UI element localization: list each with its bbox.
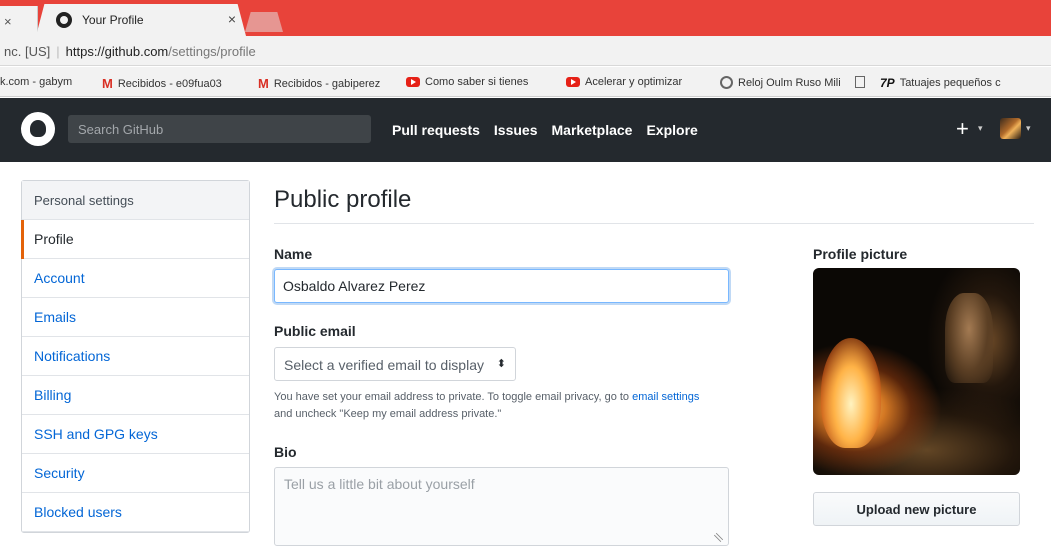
avatar[interactable]: [1000, 118, 1021, 139]
browser-tab-previous[interactable]: ×: [0, 6, 38, 36]
sidebar-item-blocked-users[interactable]: Blocked users: [22, 493, 249, 532]
email-settings-link[interactable]: email settings: [632, 391, 699, 403]
chevron-down-icon[interactable]: ▾: [978, 123, 983, 134]
tp-icon: 7P: [880, 76, 895, 90]
sidebar-item-billing[interactable]: Billing: [22, 376, 249, 415]
bookmark-item[interactable]: [855, 76, 870, 88]
bookmark-item[interactable]: 7P Tatuajes pequeños c: [880, 76, 1001, 90]
watch-icon: [720, 76, 733, 89]
github-header: Pull requests Issues Marketplace Explore…: [0, 98, 1051, 162]
name-label: Name: [274, 246, 313, 262]
bookmark-label: Reloj Oulm Ruso Mili: [738, 76, 841, 89]
settings-sidebar: Personal settings Profile Account Emails…: [21, 180, 250, 533]
browser-tab-active[interactable]: Your Profile ×: [36, 4, 246, 36]
profile-picture: [813, 268, 1020, 475]
github-logo-icon[interactable]: [21, 112, 55, 146]
tab-title: Your Profile: [82, 13, 144, 27]
upload-new-picture-button[interactable]: Upload new picture: [813, 492, 1020, 526]
nav-issues[interactable]: Issues: [494, 122, 538, 138]
gmail-icon: M: [258, 76, 269, 91]
nav-pull-requests[interactable]: Pull requests: [392, 122, 480, 138]
picture-person: [945, 293, 993, 383]
bio-textarea[interactable]: [274, 467, 729, 546]
bookmark-item[interactable]: Reloj Oulm Ruso Mili: [720, 76, 841, 89]
bookmark-label: Como saber si tienes: [425, 76, 529, 88]
sidebar-item-account[interactable]: Account: [22, 259, 249, 298]
browser-tab-bar: × Your Profile ×: [0, 0, 1051, 36]
title-divider: [274, 223, 1034, 224]
bookmark-label: k.com - gabym: [0, 76, 73, 88]
gmail-icon: M: [102, 76, 113, 91]
nav-marketplace[interactable]: Marketplace: [552, 122, 633, 138]
sidebar-item-emails[interactable]: Emails: [22, 298, 249, 337]
bookmark-item[interactable]: k.com - gabym: [0, 76, 72, 88]
bookmark-label: Recibidos - gabiperez: [273, 77, 381, 90]
youtube-icon: [406, 77, 420, 87]
create-new-icon[interactable]: +: [956, 116, 969, 142]
sidebar-item-ssh-gpg-keys[interactable]: SSH and GPG keys: [22, 415, 249, 454]
page-title: Public profile: [274, 186, 412, 213]
bookmark-item[interactable]: Como saber si tienes: [406, 76, 528, 88]
sidebar-header: Personal settings: [22, 181, 249, 220]
email-note-text: You have set your email address to priva…: [274, 391, 633, 403]
close-tab-icon[interactable]: ×: [4, 14, 12, 29]
close-tab-icon[interactable]: ×: [228, 11, 236, 27]
url-path: /settings/profile: [168, 44, 256, 59]
address-bar[interactable]: nc. [US] | https://github.com/settings/pro…: [0, 36, 1051, 66]
bookmark-label: Recibidos - e09fua03: [117, 77, 222, 90]
public-email-select-value: Select a verified email to display: [284, 357, 484, 373]
nav-explore[interactable]: Explore: [646, 122, 697, 138]
chevron-down-icon[interactable]: ▾: [1026, 123, 1031, 134]
bio-label: Bio: [274, 444, 297, 460]
email-privacy-note: You have set your email address to priva…: [274, 389, 774, 423]
bookmark-item[interactable]: M Recibidos - gabiperez: [258, 76, 380, 91]
address-text[interactable]: nc. [US] | https://github.com/settings/pro…: [4, 44, 256, 59]
github-favicon-icon: [56, 12, 72, 28]
public-email-select[interactable]: Select a verified email to display ⬍: [274, 347, 516, 381]
new-tab-button[interactable]: [245, 12, 283, 32]
search-input[interactable]: [68, 115, 371, 143]
bookmark-label: Tatuajes pequeños c: [899, 77, 1001, 89]
sidebar-item-security[interactable]: Security: [22, 454, 249, 493]
email-note-text-continued: and uncheck "Keep my email address priva…: [274, 408, 502, 420]
url-host: https://github.com: [65, 44, 169, 59]
name-field[interactable]: [274, 269, 729, 303]
bookmarks-bar: k.com - gabym M Recibidos - e09fua03 M R…: [0, 67, 1051, 97]
address-separator: |: [56, 44, 60, 59]
bookmark-label: Acelerar y optimizar: [585, 76, 683, 88]
public-email-label: Public email: [274, 323, 356, 339]
header-nav: Pull requests Issues Marketplace Explore: [392, 122, 698, 138]
youtube-icon: [566, 77, 580, 87]
bookmark-item[interactable]: M Recibidos - e09fua03: [102, 76, 222, 91]
profile-picture-label: Profile picture: [813, 246, 908, 262]
sidebar-item-notifications[interactable]: Notifications: [22, 337, 249, 376]
security-host-label: nc. [US]: [4, 44, 51, 59]
picture-fire: [821, 338, 881, 448]
bookmark-item[interactable]: Acelerar y optimizar: [566, 76, 682, 88]
page-icon: [855, 76, 865, 88]
sidebar-item-profile[interactable]: Profile: [21, 220, 249, 259]
select-caret-icon: ⬍: [496, 358, 506, 370]
